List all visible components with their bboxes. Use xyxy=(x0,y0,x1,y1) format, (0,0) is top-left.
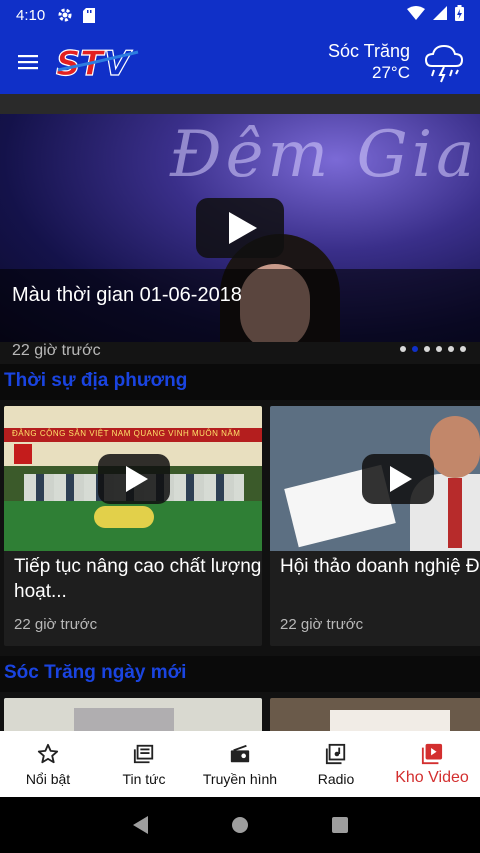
home-icon xyxy=(232,817,248,833)
nav-label: Truyền hình xyxy=(202,771,278,787)
carousel-dot[interactable] xyxy=(424,346,430,352)
video-card-title: Tiếp tục nâng cao chất lượng hoạt... xyxy=(14,556,262,602)
nav-label: Radio xyxy=(317,771,355,787)
gear-icon xyxy=(57,7,73,23)
nav-item-kho-video[interactable]: Kho Video xyxy=(384,731,480,797)
hero-stage-text: Đêm Gia xyxy=(170,118,479,192)
carousel-dot[interactable] xyxy=(436,346,442,352)
screen: 4:10 S T V Sóc Trăng 27°C Đêm Gia Màu th… xyxy=(0,0,480,853)
play-button[interactable] xyxy=(98,454,170,504)
carousel-dot[interactable] xyxy=(448,346,454,352)
system-navigation-bar xyxy=(0,797,480,853)
video-card-time: 22 giờ trước xyxy=(280,616,364,633)
nav-label: Tin tức xyxy=(122,771,166,787)
battery-charging-icon xyxy=(455,5,464,25)
tv-icon xyxy=(228,743,252,765)
video-thumbnail: ĐẢNG CỘNG SẢN VIỆT NAM QUANG VINH MUÔN N… xyxy=(4,406,262,551)
play-icon xyxy=(390,466,412,492)
carousel-dot[interactable] xyxy=(400,346,406,352)
hero-meta: 22 giờ trước xyxy=(0,342,480,364)
wifi-icon xyxy=(407,6,425,24)
hero-video-slide[interactable]: Đêm Gia Màu thời gian 01-06-2018 xyxy=(0,114,480,342)
recents-button[interactable] xyxy=(320,805,360,845)
thumb-man-face xyxy=(430,416,480,478)
back-button[interactable] xyxy=(120,805,160,845)
radio-icon xyxy=(324,743,348,765)
status-time: 4:10 xyxy=(16,6,46,24)
video-library-icon xyxy=(420,743,444,765)
video-card-time: 22 giờ trước xyxy=(14,616,98,633)
back-icon xyxy=(133,816,148,834)
stv-logo[interactable]: S T V xyxy=(54,42,142,85)
svg-text:V: V xyxy=(104,44,133,82)
svg-text:S: S xyxy=(56,44,81,82)
play-icon xyxy=(229,212,257,244)
hero-time: 22 giờ trước xyxy=(12,342,101,359)
nav-item-truyen-hinh[interactable]: Truyền hình xyxy=(192,731,288,797)
nav-label: Nổi bật xyxy=(25,771,71,787)
weather-info: Sóc Trăng 27°C xyxy=(328,40,410,84)
menu-button[interactable] xyxy=(4,38,52,86)
weather-temperature: 27°C xyxy=(372,63,410,82)
home-button[interactable] xyxy=(220,805,260,845)
app-bar: S T V Sóc Trăng 27°C xyxy=(0,30,480,94)
video-card[interactable]: Hội thảo doanh nghiệ ĐBSCL ứng phó... 22… xyxy=(270,406,480,646)
play-button[interactable] xyxy=(196,198,284,258)
star-icon xyxy=(36,743,60,765)
play-button[interactable] xyxy=(362,454,434,504)
carousel-dots xyxy=(400,346,466,352)
nav-item-radio[interactable]: Radio xyxy=(288,731,384,797)
thumb-flag xyxy=(14,444,32,464)
top-divider xyxy=(0,94,480,114)
play-icon xyxy=(126,466,148,492)
nav-item-tin-tuc[interactable]: Tin tức xyxy=(96,731,192,797)
sdcard-icon xyxy=(83,7,96,23)
thumb-banner-text: ĐẢNG CỘNG SẢN VIỆT NAM QUANG VINH MUÔN N… xyxy=(12,429,241,438)
menu-icon xyxy=(18,55,38,70)
thumb-tie xyxy=(448,478,462,548)
status-bar: 4:10 xyxy=(0,0,480,30)
recents-icon xyxy=(332,817,348,833)
nav-label: Kho Video xyxy=(395,769,469,786)
nav-item-noi-bat[interactable]: Nổi bật xyxy=(0,731,96,797)
carousel-dot[interactable] xyxy=(460,346,466,352)
video-card-title: Hội thảo doanh nghiệ ĐBSCL ứng phó... xyxy=(280,556,480,577)
signal-icon xyxy=(433,6,447,24)
carousel-dot-active[interactable] xyxy=(412,346,418,352)
bottom-navigation: Nổi bật Tin tức Truyền hình Radio Kho Vi… xyxy=(0,731,480,797)
thumb-flowers xyxy=(94,506,154,528)
video-card[interactable]: ĐẢNG CỘNG SẢN VIỆT NAM QUANG VINH MUÔN N… xyxy=(4,406,262,646)
rain-thunder-cloud-icon xyxy=(422,40,466,84)
weather-city: Sóc Trăng xyxy=(327,41,410,61)
section-title-soc-trang-ngay-moi[interactable]: Sóc Trăng ngày mới xyxy=(4,662,186,684)
section-title-local-news[interactable]: Thời sự địa phương xyxy=(4,370,187,392)
news-icon xyxy=(132,743,156,765)
video-thumbnail xyxy=(270,406,480,551)
hero-title: Màu thời gian 01-06-2018 xyxy=(12,284,242,306)
